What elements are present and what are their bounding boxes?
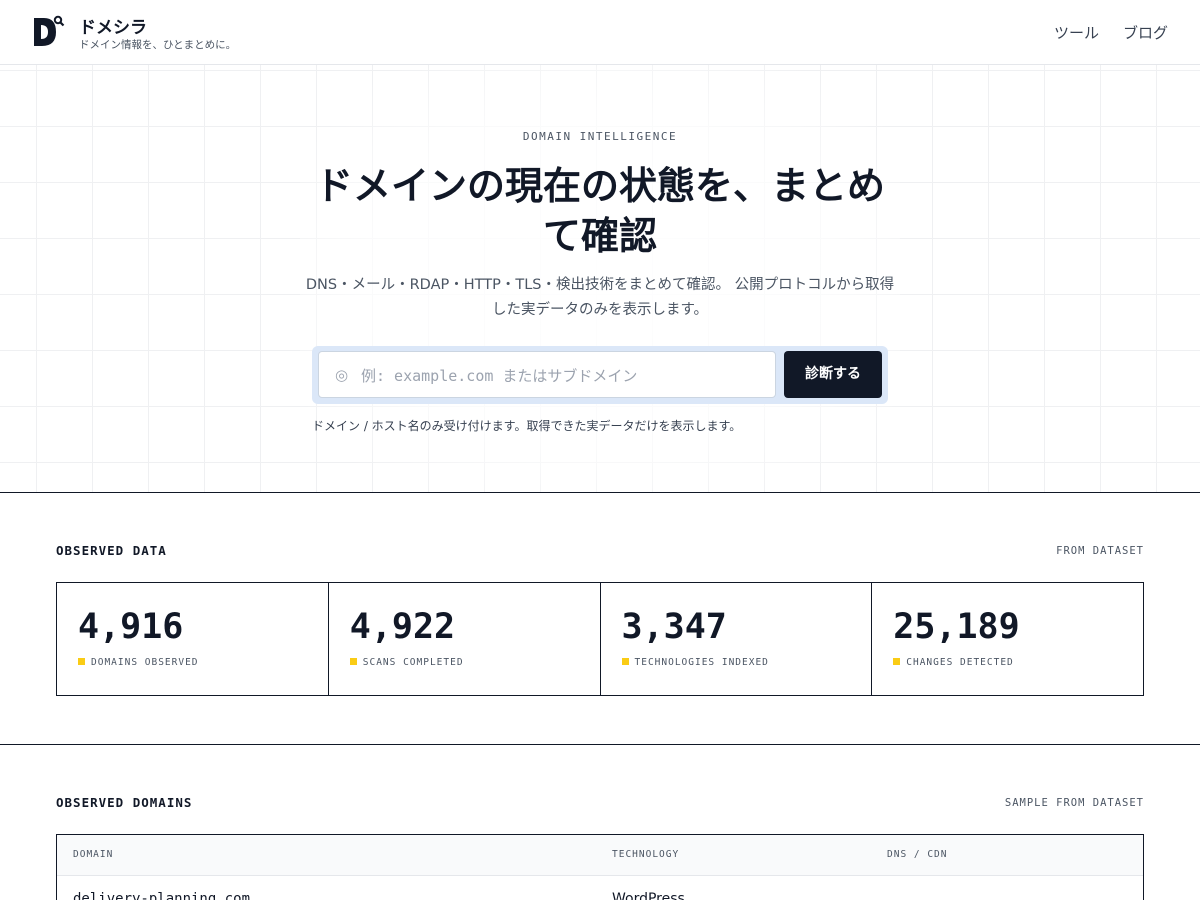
diagnose-button[interactable]: 診断する [784, 351, 882, 398]
observed-domains-meta: SAMPLE FROM DATASET [1004, 797, 1144, 809]
search-input[interactable]: ◎ 例: example.com またはサブドメイン [318, 351, 776, 398]
section-divider [0, 744, 1200, 745]
observed-data-meta: FROM DATASET [1056, 545, 1144, 557]
technology-cell: WordPress [612, 891, 685, 900]
stat-value: 25,189 [893, 607, 1020, 647]
stat-value: 3,347 [621, 607, 727, 647]
search-hint: ドメイン / ホスト名のみ受け付けます。取得できた実データだけを表示します。 [312, 419, 742, 433]
logo-icon[interactable] [32, 14, 68, 50]
stats-grid: 4,916 DOMAINS OBSERVED 4,922 SCANS COMPL… [56, 582, 1144, 696]
site-header: ドメシラ ドメイン情報を、ひとまとめに。 ツール ブログ [0, 0, 1200, 65]
stat-card: 3,347 TECHNOLOGIES INDEXED [601, 583, 873, 695]
stat-label: CHANGES DETECTED [893, 657, 1014, 668]
hero-eyebrow: DOMAIN INTELLIGENCE [522, 130, 678, 143]
column-header-domain: DOMAIN [73, 849, 114, 860]
search-form: ◎ 例: example.com またはサブドメイン 診断する [312, 346, 888, 404]
domains-table: DOMAIN TECHNOLOGY DNS / CDN delivery-pla… [56, 834, 1144, 900]
stat-card: 4,922 SCANS COMPLETED [329, 583, 601, 695]
nav-link-blog[interactable]: ブログ [1123, 22, 1168, 43]
accent-square-icon [621, 658, 629, 665]
circle-icon: ◎ [335, 366, 349, 384]
table-header: DOMAIN TECHNOLOGY DNS / CDN [57, 835, 1143, 876]
hero-section: DOMAIN INTELLIGENCE ドメインの現在の状態を、まとめて確認 D… [0, 65, 1200, 493]
column-header-technology: TECHNOLOGY [612, 849, 680, 860]
stat-value: 4,916 [78, 607, 184, 647]
stat-label: DOMAINS OBSERVED [78, 657, 199, 668]
stat-label: TECHNOLOGIES INDEXED [621, 657, 769, 668]
hero-description: DNS・メール・RDAP・HTTP・TLS・検出技術をまとめて確認。 公開プロト… [305, 277, 895, 318]
brand-name[interactable]: ドメシラ [79, 13, 147, 38]
nav-link-tools[interactable]: ツール [1054, 22, 1099, 43]
column-header-dns-cdn: DNS / CDN [887, 849, 948, 860]
observed-domains-heading: OBSERVED DOMAINS [56, 795, 193, 810]
brand-tagline: ドメイン情報を、ひとまとめに。 [79, 39, 237, 51]
stat-value: 4,922 [349, 607, 456, 647]
table-row[interactable]: delivery-planning.com WordPress [57, 876, 1143, 900]
main-nav: ツール ブログ [1054, 22, 1168, 43]
hero-title: ドメインの現在の状態を、まとめて確認 [314, 163, 885, 258]
stat-card: 25,189 CHANGES DETECTED [872, 583, 1143, 695]
accent-square-icon [893, 658, 901, 665]
accent-square-icon [78, 658, 85, 665]
domain-cell[interactable]: delivery-planning.com [73, 891, 250, 900]
accent-square-icon [349, 658, 357, 665]
search-placeholder: 例: example.com またはサブドメイン [361, 367, 638, 385]
observed-data-heading: OBSERVED DATA [56, 543, 167, 558]
stat-card: 4,916 DOMAINS OBSERVED [57, 583, 329, 695]
stat-label: SCANS COMPLETED [349, 657, 464, 668]
